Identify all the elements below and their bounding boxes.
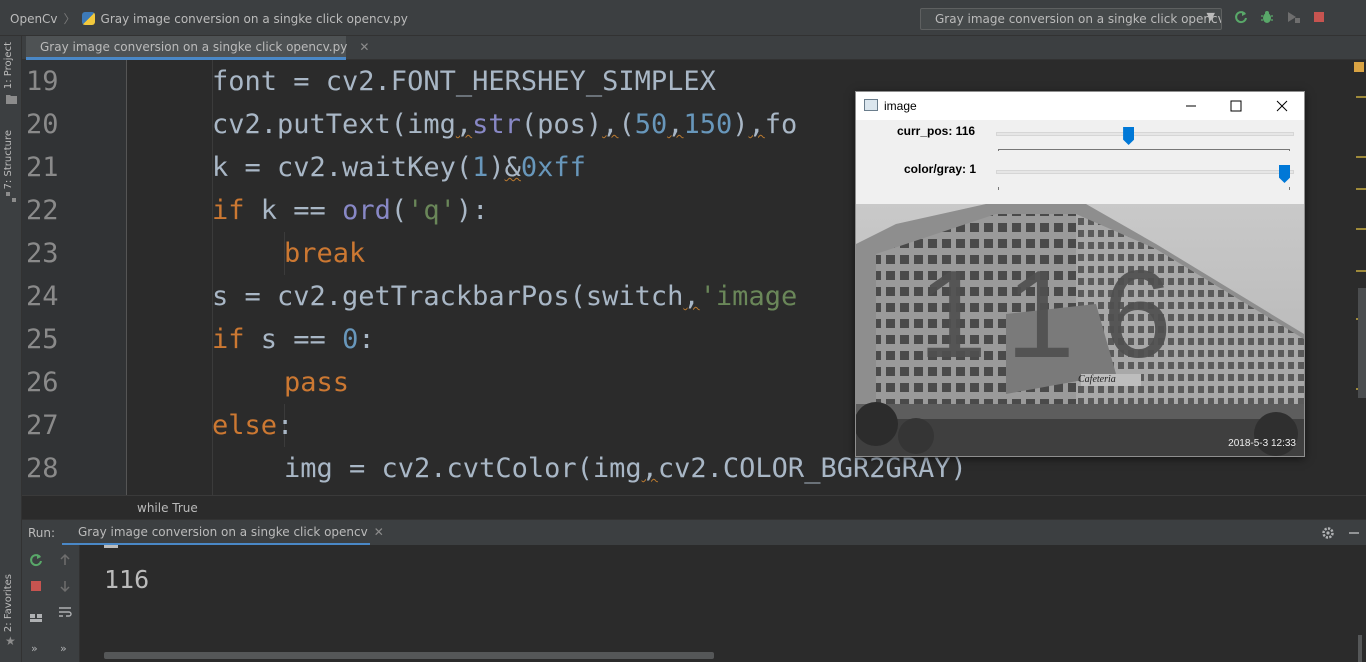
code-line: if k == ord('q'): (212, 195, 489, 226)
line-number: 27 (26, 410, 59, 441)
left-tool-strip: 1: Project 7: Structure 2: Favorites ★ (0, 36, 22, 662)
up-arrow-icon[interactable] (58, 553, 72, 567)
code-line: else: (212, 410, 294, 441)
code-line: if s == 0: (212, 324, 375, 355)
python-file-icon (81, 12, 95, 25)
line-number: 28 (26, 453, 59, 484)
code-line: k = cv2.waitKey(1)&0xff (212, 152, 586, 183)
run-panel: » » 116 (22, 545, 1366, 662)
hide-panel-icon[interactable] (1347, 526, 1361, 540)
maximize-icon[interactable] (1226, 96, 1246, 116)
line-number: 22 (26, 195, 59, 226)
inspection-status-icon[interactable] (1354, 62, 1364, 72)
error-stripe-mark[interactable] (1356, 156, 1366, 158)
run-configuration-label: Gray image conversion on a singke click … (935, 12, 1222, 26)
vertical-scrollbar[interactable] (1358, 635, 1362, 662)
trackbar-panel: curr_pos: 116 color/gray: 1 (856, 120, 1304, 204)
debug-icon[interactable] (1260, 10, 1274, 24)
code-line: cv2.putText(img,str(pos),(50,150),fo (212, 109, 798, 140)
editor-tab-bar: Gray image conversion on a singke click … (22, 36, 1366, 60)
grayscale-building-image: Cafeteria 116 2018-5-3 12:33 (856, 204, 1304, 456)
soft-wrap-icon[interactable] (58, 605, 72, 619)
more-tools-icon[interactable]: » (60, 642, 67, 655)
previous-output-fragment (104, 545, 118, 548)
gear-icon[interactable] (1321, 526, 1335, 540)
window-app-icon (864, 99, 878, 111)
run-tab-label: Gray image conversion on a singke click … (78, 524, 368, 539)
curr-pos-trackbar-thumb[interactable] (1123, 127, 1135, 145)
horizontal-scrollbar[interactable] (104, 652, 714, 659)
coverage-icon[interactable] (1286, 10, 1300, 24)
navigation-bar: OpenCv 〉 Gray image conversion on a sing… (0, 0, 1366, 36)
code-line: pass (284, 367, 350, 398)
structure-icon (6, 192, 16, 202)
layout-icon[interactable] (29, 611, 43, 625)
editor-tab-label: Gray image conversion on a singke click … (40, 39, 348, 54)
line-number: 23 (26, 238, 59, 269)
code-breadcrumb[interactable]: while True (137, 501, 198, 515)
run-panel-header: Run: Gray image conversion on a singke c… (22, 519, 1366, 546)
minimize-icon[interactable] (1181, 96, 1201, 116)
line-number: 25 (26, 324, 59, 355)
folder-icon (6, 95, 17, 104)
opencv-image-window[interactable]: image curr_pos: 116 color/gray: 1 Cafete… (855, 91, 1305, 457)
run-configuration-dropdown[interactable]: Gray image conversion on a singke click … (920, 8, 1222, 30)
close-icon[interactable] (1272, 96, 1292, 116)
camera-timestamp: 2018-5-3 12:33 (1228, 438, 1296, 449)
error-stripe-mark[interactable] (1356, 228, 1366, 230)
project-tool-tab[interactable]: 1: Project (3, 42, 14, 89)
code-line: font = cv2.FONT_HERSHEY_SIMPLEX (212, 66, 716, 97)
line-number-gutter: 19 20 21 22 23 24 25 26 27 28 (22, 60, 127, 495)
overlay-position-text: 116 (918, 246, 1200, 384)
close-tab-icon[interactable]: ✕ (359, 40, 369, 54)
structure-tool-tab[interactable]: 7: Structure (3, 130, 14, 189)
line-number: 19 (26, 66, 59, 97)
code-line: s = cv2.getTrackbarPos(switch,'image (212, 281, 798, 312)
editor-file-tab[interactable]: Gray image conversion on a singke click … (26, 36, 369, 60)
star-icon: ★ (5, 634, 16, 648)
line-number: 26 (26, 367, 59, 398)
code-line: break (284, 238, 366, 269)
line-number: 20 (26, 109, 59, 140)
error-stripe-mark[interactable] (1356, 270, 1366, 272)
color-gray-trackbar-ticks (998, 187, 1290, 190)
code-breadcrumb-bar: while True (22, 495, 1366, 519)
stop-icon[interactable] (29, 579, 43, 593)
breadcrumb-project[interactable]: OpenCv (10, 12, 58, 26)
curr-pos-label: curr_pos: 116 (897, 124, 976, 138)
color-gray-label: color/gray: 1 (904, 162, 977, 176)
curr-pos-trackbar-ticks (998, 149, 1290, 151)
chevron-down-icon: ▼ (1206, 10, 1215, 23)
breadcrumb: OpenCv 〉 Gray image conversion on a sing… (10, 10, 408, 27)
line-number: 21 (26, 152, 59, 183)
breadcrumb-file[interactable]: Gray image conversion on a singke click … (101, 12, 408, 26)
error-stripe-mark[interactable] (1356, 188, 1366, 190)
stop-icon[interactable] (1312, 10, 1326, 24)
vertical-scrollbar[interactable] (1358, 288, 1366, 398)
rerun-icon[interactable] (29, 553, 43, 567)
rerun-icon[interactable] (1234, 10, 1248, 24)
run-configuration-tab[interactable]: Gray image conversion on a singke click … (62, 520, 384, 546)
window-title: image (884, 99, 917, 113)
breadcrumb-separator: 〉 (63, 12, 76, 26)
line-number: 24 (26, 281, 59, 312)
color-gray-trackbar-thumb[interactable] (1279, 165, 1290, 183)
color-gray-trackbar[interactable] (996, 170, 1294, 174)
more-tools-icon[interactable]: » (31, 642, 38, 655)
run-toolbar: » » (22, 545, 80, 662)
close-tab-icon[interactable]: ✕ (374, 525, 384, 539)
favorites-tool-tab[interactable]: 2: Favorites (3, 574, 14, 632)
window-title-bar[interactable]: image (856, 92, 1304, 120)
curr-pos-trackbar[interactable] (996, 132, 1294, 136)
down-arrow-icon[interactable] (58, 579, 72, 593)
console-output[interactable]: 116 (104, 565, 149, 594)
run-panel-label: Run: (28, 526, 56, 540)
error-stripe-mark[interactable] (1356, 96, 1366, 98)
